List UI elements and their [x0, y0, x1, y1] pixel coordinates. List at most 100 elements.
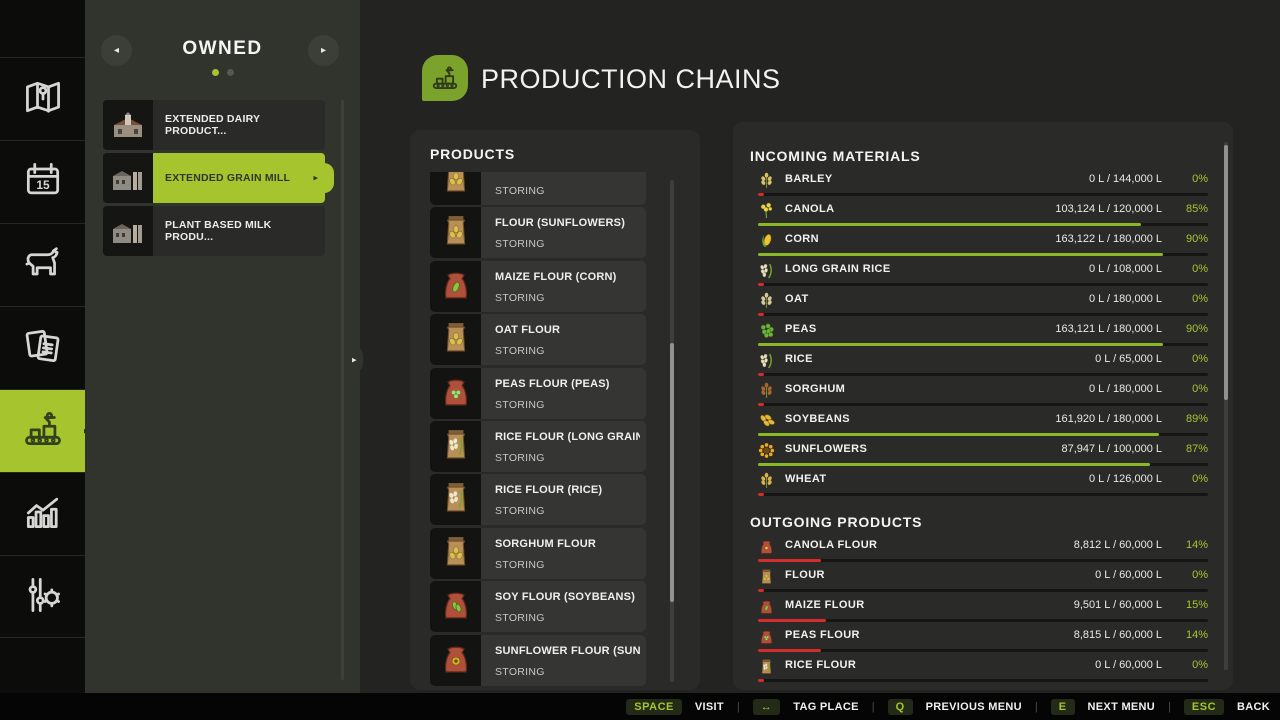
incoming-material-progress-fill [758, 283, 764, 286]
incoming-material-name: LONG GRAIN RICE [785, 263, 891, 275]
outgoing-product-name: PEAS FLOUR [785, 629, 860, 641]
incoming-material-percent: 0% [1168, 173, 1208, 185]
incoming-material-row: SOYBEANS161,920 L / 180,000 L89% [758, 410, 1208, 438]
facility-item[interactable]: EXTENDED DAIRY PRODUCT... [103, 100, 325, 150]
product-item-icon-box [430, 172, 481, 205]
incoming-material-progress-fill [758, 403, 764, 406]
outgoing-product-percent: 0% [1168, 569, 1208, 581]
product-item[interactable]: RICE FLOUR (LONG GRAIN R...STORING [430, 421, 646, 472]
product-item[interactable]: SUNFLOWER FLOUR (SUNFL...STORING [430, 635, 646, 686]
incoming-material-progress-bar [758, 433, 1208, 436]
product-item[interactable]: SOY FLOUR (SOYBEANS)STORING [430, 581, 646, 632]
product-name: SORGHUM FLOUR [495, 538, 640, 550]
sidebar-tab-settings[interactable] [0, 555, 85, 638]
incoming-material-progress-bar [758, 343, 1208, 346]
materials-panel: INCOMING MATERIALS BARLEY0 L / 144,000 L… [733, 122, 1233, 690]
flour-bag-rice-icon [439, 427, 473, 466]
sidebar-tab-map[interactable] [0, 57, 85, 140]
product-name: SUNFLOWER FLOUR (SUNFL... [495, 645, 640, 657]
facility-name: EXTENDED GRAIN MILL [153, 172, 304, 184]
incoming-material-progress-fill [758, 493, 764, 496]
product-item[interactable]: FLOUR (SUNFLOWERS)STORING [430, 207, 646, 258]
incoming-material-name: RICE [785, 353, 813, 365]
statistics-icon [21, 490, 65, 539]
production-chains-icon [422, 55, 468, 101]
outgoing-product-row: FLOUR0 L / 60,000 L0% [758, 566, 1208, 594]
incoming-material-progress-fill [758, 193, 764, 196]
incoming-material-name: CANOLA [785, 203, 834, 215]
hotkey-key-↔[interactable]: ↔ [753, 699, 781, 715]
flour-sack-red-soy-icon [439, 587, 473, 626]
sidebar-tab-production[interactable] [0, 389, 85, 472]
product-name: SOY FLOUR (SOYBEANS) [495, 591, 640, 603]
rice-flour-bag-icon [758, 658, 775, 675]
outgoing-product-progress-fill [758, 589, 764, 592]
outgoing-product-name: FLOUR [785, 569, 825, 581]
product-item-body: SOY FLOUR (SOYBEANS)STORING [481, 581, 646, 632]
incoming-material-fill-level: 103,124 L / 120,000 L [1055, 203, 1162, 215]
product-item[interactable]: MAIZE FLOUR (CORN)STORING [430, 261, 646, 312]
product-item-body: FLOUR (SUNFLOWERS)STORING [481, 207, 646, 258]
product-item[interactable]: SORGHUM FLOUR STORING [430, 528, 646, 579]
expand-panel-arrow[interactable] [352, 345, 363, 374]
owned-pager-dot-2[interactable] [227, 69, 234, 76]
products-list: STORINGFLOUR (SUNFLOWERS)STORINGMAIZE FL… [430, 172, 646, 690]
incoming-material-name: SUNFLOWERS [785, 443, 867, 455]
owned-list-scrollbar[interactable] [341, 100, 344, 680]
incoming-material-fill-level: 163,122 L / 180,000 L [1055, 233, 1162, 245]
hotkey-key-space[interactable]: SPACE [626, 699, 682, 715]
hotkey-key-esc[interactable]: ESC [1184, 699, 1224, 715]
product-item[interactable]: RICE FLOUR (RICE)STORING [430, 474, 646, 525]
incoming-material-progress-bar [758, 253, 1208, 256]
hotkey-label: NEXT MENU [1088, 701, 1155, 713]
outgoing-product-fill-level: 0 L / 60,000 L [1095, 659, 1162, 671]
incoming-material-row: CORN163,122 L / 180,000 L90% [758, 230, 1208, 258]
materials-scrollbar-thumb[interactable] [1224, 145, 1228, 400]
sidebar-tab-animals[interactable] [0, 223, 85, 306]
outgoing-product-progress-bar [758, 589, 1208, 592]
owned-next-arrow-icon[interactable]: ▸ [308, 35, 339, 66]
materials-scrollbar[interactable] [1224, 142, 1228, 670]
facility-item-body: EXTENDED DAIRY PRODUCT... [153, 100, 325, 150]
outgoing-products-title: OUTGOING PRODUCTS [750, 514, 922, 530]
owned-pager-dot-1[interactable] [212, 69, 219, 76]
product-status: STORING [495, 559, 545, 571]
maize-flour-bag-icon [758, 598, 775, 615]
product-item[interactable]: PEAS FLOUR (PEAS)STORING [430, 368, 646, 419]
page-title: PRODUCTION CHAINS [481, 64, 781, 95]
product-status: STORING [495, 505, 545, 517]
outgoing-product-name: RICE FLOUR [785, 659, 856, 671]
incoming-material-name: SOYBEANS [785, 413, 850, 425]
outgoing-product-row: MAIZE FLOUR9,501 L / 60,000 L15% [758, 596, 1208, 624]
products-scrollbar[interactable] [670, 180, 674, 682]
products-panel: PRODUCTS STORINGFLOUR (SUNFLOWERS)STORIN… [410, 130, 700, 690]
sidebar-tab-calendar[interactable]: 15 [0, 140, 85, 223]
facility-item[interactable]: EXTENDED GRAIN MILL▸ [103, 153, 325, 203]
products-scrollbar-thumb[interactable] [670, 343, 674, 602]
product-item[interactable]: OAT FLOURSTORING [430, 314, 646, 365]
product-status: STORING [495, 238, 545, 250]
wheat-icon [758, 472, 775, 489]
flour-sack-red-sunflower-icon [439, 641, 473, 680]
product-item-icon-box [430, 314, 481, 365]
flour-bag-rice-icon [439, 480, 473, 519]
hotkey-key-e[interactable]: E [1051, 699, 1075, 715]
svg-text:15: 15 [36, 178, 50, 192]
products-panel-title: PRODUCTS [430, 146, 515, 162]
owned-facilities-panel: ◂ OWNED ▸ EXTENDED DAIRY PRODUCT...EXTEN… [85, 0, 360, 693]
sidebar-tab-prices[interactable] [0, 306, 85, 389]
incoming-material-row: LONG GRAIN RICE0 L / 108,000 L0% [758, 260, 1208, 288]
product-item[interactable]: STORING [430, 172, 646, 205]
incoming-material-progress-bar [758, 193, 1208, 196]
incoming-material-progress-bar [758, 463, 1208, 466]
hotkey-separator: | [1035, 701, 1038, 713]
hotkey-key-q[interactable]: Q [888, 699, 913, 715]
incoming-material-row: WHEAT0 L / 126,000 L0% [758, 470, 1208, 498]
sidebar-tab-statistics[interactable] [0, 472, 85, 555]
product-item-body: RICE FLOUR (LONG GRAIN R...STORING [481, 421, 646, 472]
facility-item[interactable]: PLANT BASED MILK PRODU... [103, 206, 325, 256]
sidebar-divider [0, 637, 85, 638]
incoming-material-fill-level: 0 L / 180,000 L [1089, 293, 1162, 305]
outgoing-product-percent: 14% [1168, 629, 1208, 641]
incoming-material-row: CANOLA103,124 L / 120,000 L85% [758, 200, 1208, 228]
